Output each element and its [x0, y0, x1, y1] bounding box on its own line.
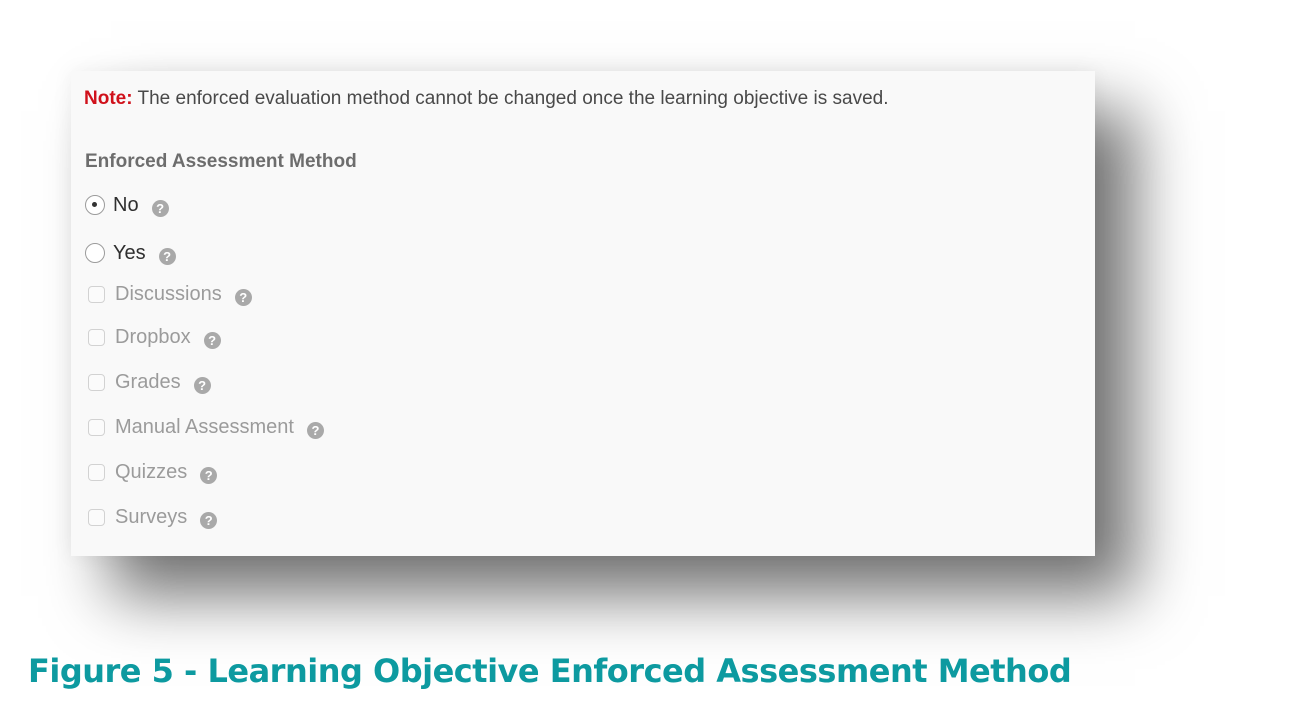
question-circle-icon[interactable]: ?: [158, 247, 176, 265]
checkbox-quizzes[interactable]: [88, 463, 105, 481]
checkbox-label-surveys: Surveys: [115, 505, 188, 528]
note-text: The enforced evaluation method cannot be…: [132, 88, 889, 109]
checkbox-label-dropbox: Dropbox: [115, 325, 191, 348]
checkbox-option-grades[interactable]: Grades ?: [85, 369, 211, 395]
checkbox-option-manual-assessment[interactable]: Manual Assessment ?: [85, 414, 324, 440]
question-circle-icon[interactable]: ?: [306, 421, 324, 439]
checkbox-option-surveys[interactable]: Surveys ?: [85, 504, 218, 530]
checkbox-label-quizzes: Quizzes: [115, 460, 188, 483]
question-circle-icon[interactable]: ?: [193, 376, 211, 394]
checkbox-manual-assessment[interactable]: [88, 418, 105, 436]
question-circle-icon[interactable]: ?: [151, 199, 169, 217]
section-title: Enforced Assessment Method: [85, 151, 357, 172]
assessment-method-panel: Note: The enforced evaluation method can…: [71, 71, 1095, 556]
radio-label-no: No: [113, 193, 139, 216]
checkbox-option-dropbox[interactable]: Dropbox ?: [85, 324, 221, 350]
note-message: Note: The enforced evaluation method can…: [84, 88, 889, 110]
question-circle-icon[interactable]: ?: [203, 331, 221, 349]
checkbox-dropbox[interactable]: [88, 328, 105, 346]
checkbox-grades[interactable]: [88, 373, 105, 391]
checkbox-surveys[interactable]: [88, 508, 105, 526]
note-label: Note:: [84, 88, 133, 109]
question-circle-icon[interactable]: ?: [234, 288, 252, 306]
radio-no[interactable]: [85, 195, 105, 215]
checkbox-label-manual-assessment: Manual Assessment: [115, 415, 294, 438]
radio-yes[interactable]: [85, 243, 105, 263]
checkbox-label-grades: Grades: [115, 370, 181, 393]
radio-option-yes[interactable]: Yes ?: [85, 240, 176, 266]
radio-label-yes: Yes: [113, 241, 146, 264]
figure-caption: Figure 5 - Learning Objective Enforced A…: [28, 652, 1072, 690]
checkbox-label-discussions: Discussions: [115, 282, 222, 305]
question-circle-icon[interactable]: ?: [200, 511, 218, 529]
checkbox-discussions[interactable]: [88, 285, 105, 303]
checkbox-option-discussions[interactable]: Discussions ?: [85, 281, 252, 307]
radio-option-no[interactable]: No ?: [85, 192, 169, 218]
question-circle-icon[interactable]: ?: [200, 466, 218, 484]
checkbox-option-quizzes[interactable]: Quizzes ?: [85, 459, 218, 485]
